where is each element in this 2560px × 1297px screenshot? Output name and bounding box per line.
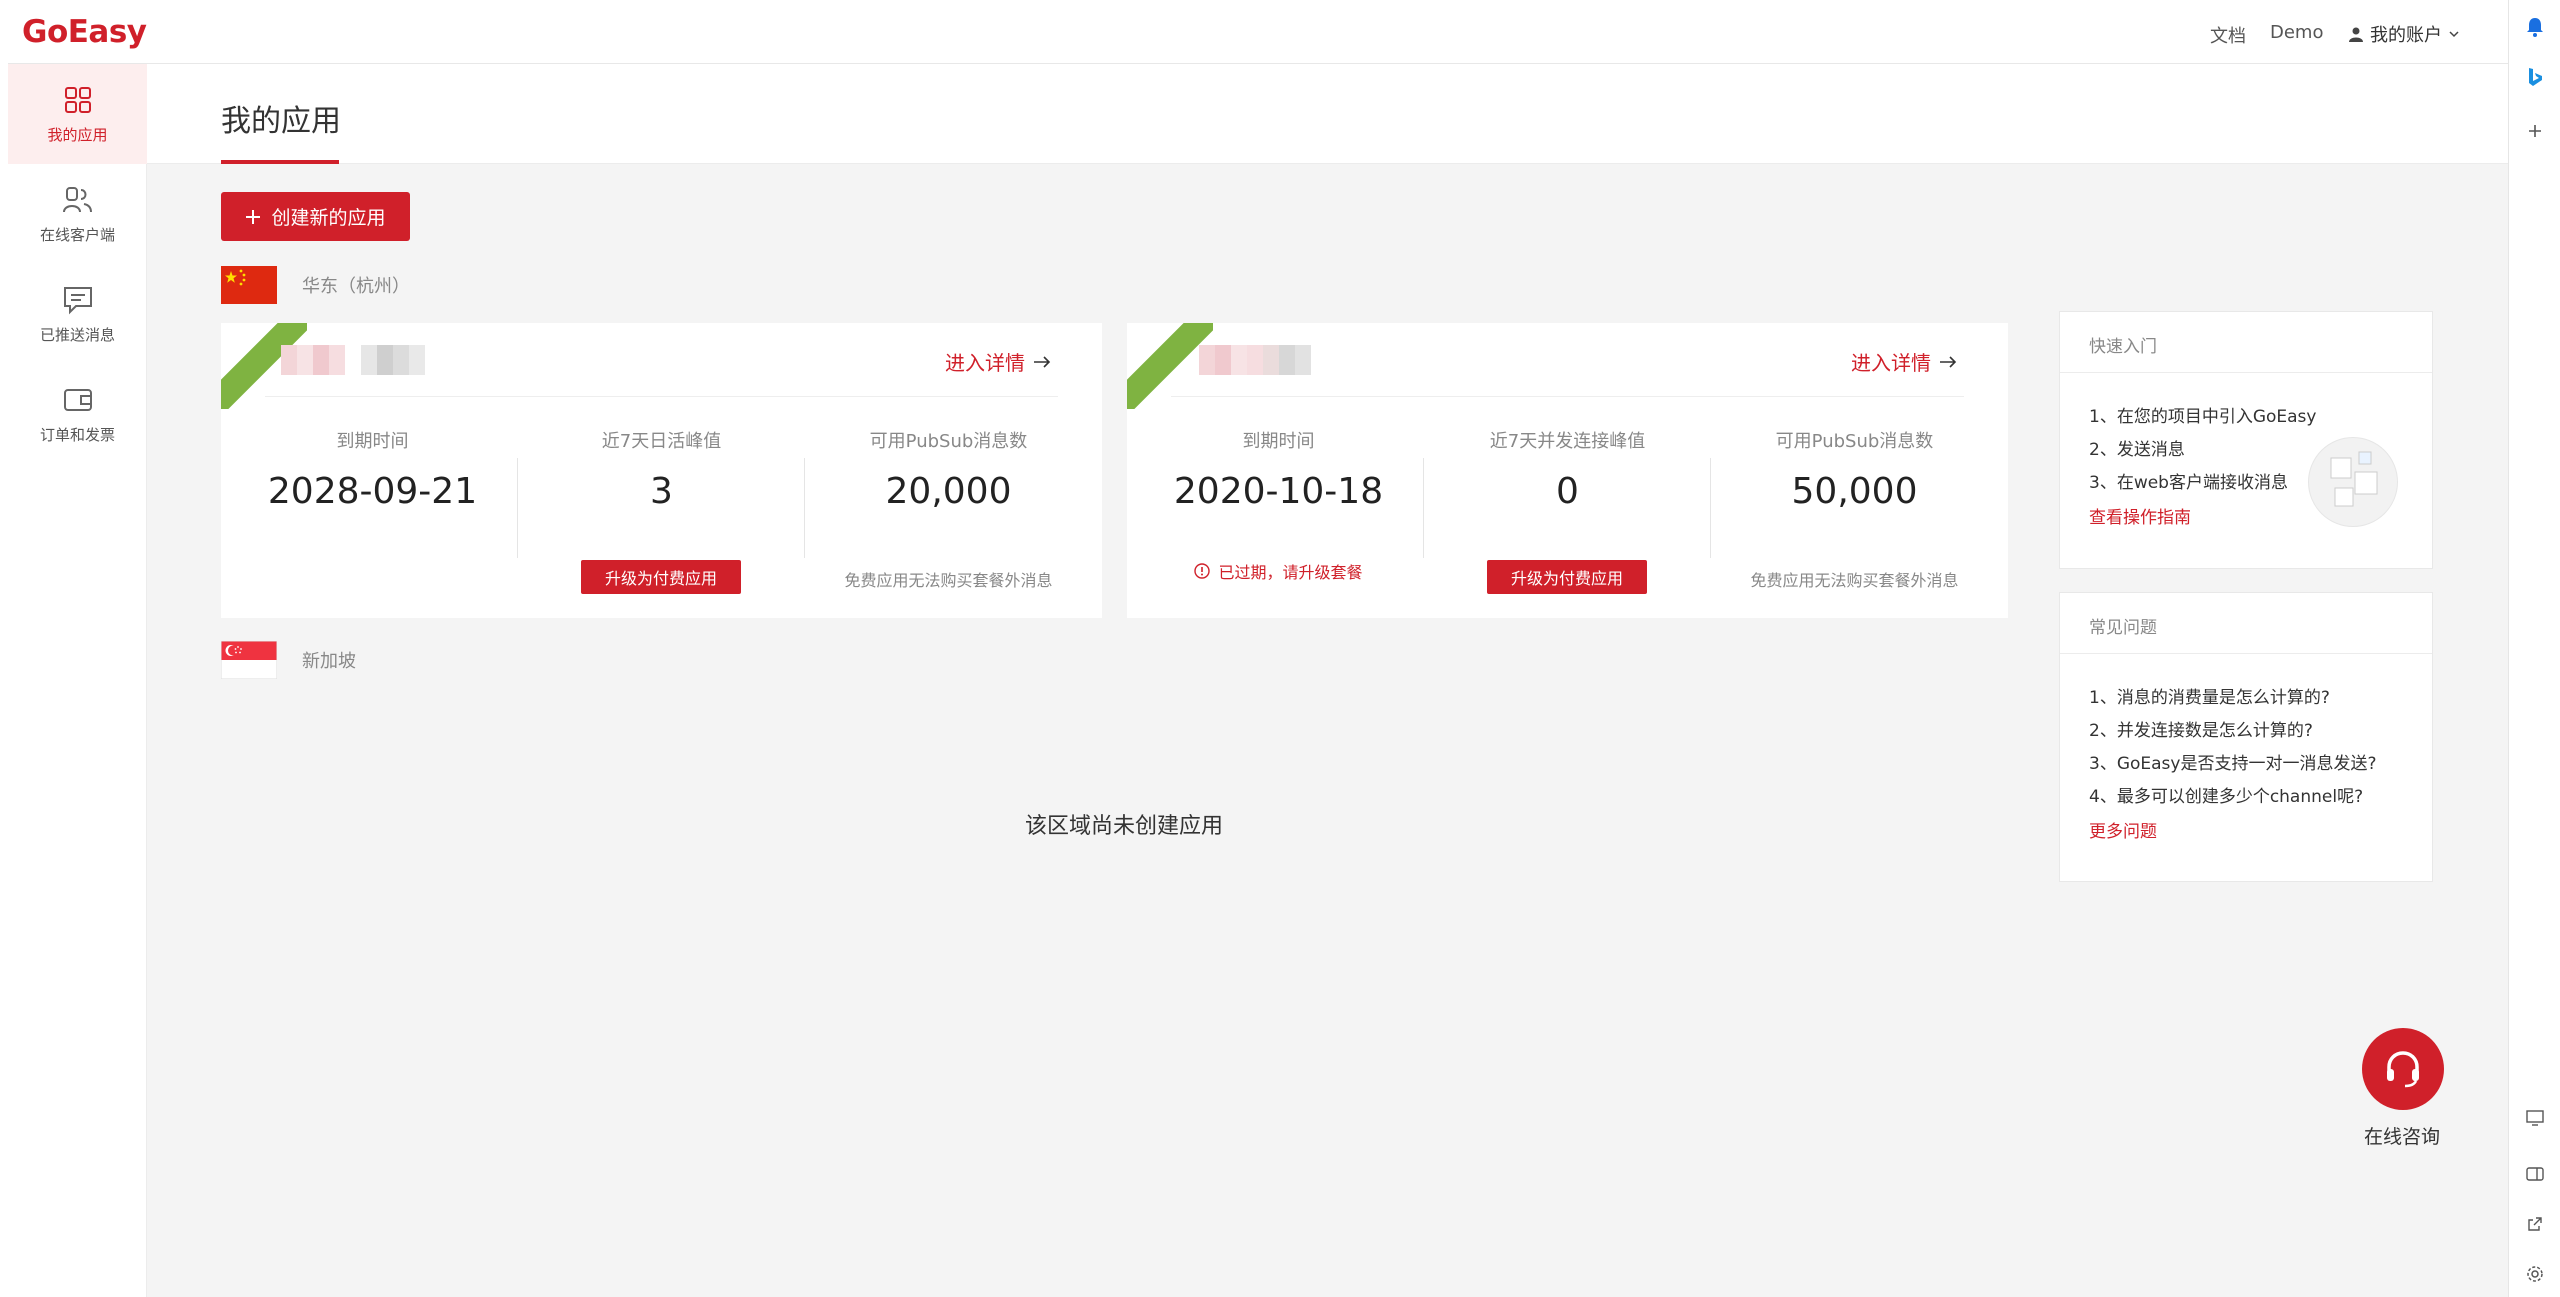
user-icon <box>2349 27 2363 42</box>
upgrade-button[interactable]: 升级为付费应用 <box>581 560 741 594</box>
stat-label: 可用PubSub消息数 <box>1775 431 1934 452</box>
singapore-flag <box>221 641 277 679</box>
stat-label: 到期时间 <box>336 431 409 452</box>
online-consult-label[interactable]: 在线咨询 <box>2364 1122 2440 1149</box>
account-label: 我的账户 <box>2370 25 2442 46</box>
panel-title: 常见问题 <box>2060 593 2432 654</box>
stat-label: 近7天并发连接峰值 <box>1489 431 1646 452</box>
faq-item[interactable]: 4、最多可以创建多少个channel呢? <box>2089 781 2432 814</box>
page-title-bar: 我的应用 <box>147 64 2508 164</box>
detail-label: 进入详情 <box>945 351 1025 375</box>
arrow-right-icon <box>1940 355 1957 368</box>
app-card: 进入详情 到期时间 2020-10-18 近7天并发连接峰值 0 可用PubSu… <box>1127 323 2008 618</box>
faq-item[interactable]: 3、GoEasy是否支持一对一消息发送? <box>2089 748 2432 781</box>
expired-text: 已过期，请升级套餐 <box>1218 563 1363 582</box>
sidebar-item-label: 已推送消息 <box>39 325 115 344</box>
bell-icon[interactable] <box>2524 16 2546 38</box>
sidebar-item-orders-invoices[interactable]: 订单和发票 <box>8 364 147 464</box>
online-consult-button[interactable] <box>2362 1028 2444 1110</box>
app-detail-link[interactable]: 进入详情 <box>1851 347 1957 376</box>
empty-region-message: 该区域尚未创建应用 <box>1025 814 1224 839</box>
sidebar-item-label: 订单和发票 <box>39 425 115 444</box>
stat-expire-date: 到期时间 2028-09-21 <box>229 427 516 512</box>
demo-link[interactable]: Demo <box>2270 22 2323 43</box>
page-title: 我的应用 <box>221 104 341 139</box>
panel-title: 快速入门 <box>2060 312 2432 373</box>
stat-concurrent-peak: 近7天并发连接峰值 0 <box>1424 427 1711 512</box>
top-header: GoEasy 文档 Demo 我的账户 <box>8 0 2508 64</box>
create-app-button[interactable]: 创建新的应用 <box>221 192 410 241</box>
stat-pubsub-messages: 可用PubSub消息数 20,000 <box>805 427 1092 512</box>
arrow-right-icon <box>1034 355 1051 368</box>
stat-label: 到期时间 <box>1242 431 1315 452</box>
title-underline <box>221 160 339 164</box>
sidebar-item-label: 我的应用 <box>47 125 108 144</box>
app-name-redacted <box>1199 345 1311 375</box>
sidebar-item-online-clients[interactable]: 在线客户端 <box>8 164 147 264</box>
screen-capture-icon[interactable] <box>2524 1107 2546 1129</box>
stat-value: 20,000 <box>885 471 1012 512</box>
sidebar-item-pushed-messages[interactable]: 已推送消息 <box>8 264 147 364</box>
china-flag <box>221 266 277 304</box>
app-detail-link[interactable]: 进入详情 <box>945 347 1051 376</box>
bing-icon[interactable] <box>2524 66 2546 88</box>
stat-value: 2020-10-18 <box>1173 471 1384 512</box>
guide-illustration <box>2308 437 2398 527</box>
stat-pubsub-messages: 可用PubSub消息数 50,000 <box>1711 427 1998 512</box>
sidebar-item-label: 在线客户端 <box>39 225 115 244</box>
card-divider <box>1171 396 1964 397</box>
quick-start-panel: 快速入门 1、在您的项目中引入GoEasy 2、发送消息 3、在web客户端接收… <box>2059 311 2433 569</box>
stat-value: 2028-09-21 <box>267 471 478 512</box>
message-icon <box>63 286 92 314</box>
users-icon <box>62 186 92 212</box>
region-label-singapore: 新加坡 <box>302 651 356 672</box>
plus-icon[interactable] <box>2524 120 2546 142</box>
stat-daily-active-peak: 近7天日活峰值 3 <box>518 427 805 512</box>
app-name-redacted <box>281 345 425 375</box>
stat-label: 近7天日活峰值 <box>601 431 722 452</box>
region-label-east-china: 华东（杭州） <box>302 276 410 297</box>
sidebar-item-my-apps[interactable]: 我的应用 <box>8 64 147 164</box>
quick-start-step[interactable]: 1、在您的项目中引入GoEasy <box>2089 401 2432 434</box>
expired-warning: 已过期，请升级套餐 <box>1135 559 1422 583</box>
wallet-icon <box>63 388 92 411</box>
alert-circle-icon <box>1194 563 1211 579</box>
card-divider <box>265 396 1058 397</box>
app-card: 进入详情 到期时间 2028-09-21 近7天日活峰值 3 可用PubSub消… <box>221 323 1102 618</box>
docs-link[interactable]: 文档 <box>2210 22 2246 48</box>
account-menu[interactable]: 我的账户 <box>2348 21 2460 47</box>
stat-value: 50,000 <box>1791 471 1918 512</box>
faq-item[interactable]: 2、并发连接数是怎么计算的? <box>2089 715 2432 748</box>
sidebar-toggle-icon[interactable] <box>2524 1163 2546 1185</box>
faq-item[interactable]: 1、消息的消费量是怎么计算的? <box>2089 682 2432 715</box>
free-app-note: 免费应用无法购买套餐外消息 <box>844 571 1053 590</box>
settings-icon[interactable] <box>2524 1263 2546 1285</box>
free-app-note: 免费应用无法购买套餐外消息 <box>1750 571 1959 590</box>
headset-icon <box>2387 1051 2419 1088</box>
logo[interactable]: GoEasy <box>22 14 147 50</box>
browser-side-bar <box>2508 0 2560 1297</box>
chevron-down-icon <box>2449 31 2459 38</box>
detail-label: 进入详情 <box>1851 351 1931 375</box>
stat-expire-date: 到期时间 2020-10-18 <box>1135 427 1422 512</box>
faq-panel: 常见问题 1、消息的消费量是怎么计算的? 2、并发连接数是怎么计算的? 3、Go… <box>2059 592 2433 882</box>
stat-value: 3 <box>650 471 673 512</box>
upgrade-button[interactable]: 升级为付费应用 <box>1487 560 1647 594</box>
plus-icon <box>246 209 261 224</box>
stat-label: 可用PubSub消息数 <box>869 431 1028 452</box>
sidebar: 我的应用 在线客户端 已推送消息 订单和发票 <box>8 64 147 1297</box>
external-link-icon[interactable] <box>2524 1213 2546 1235</box>
more-questions-link[interactable]: 更多问题 <box>2089 814 2432 850</box>
stat-value: 0 <box>1556 471 1579 512</box>
create-app-label: 创建新的应用 <box>271 207 386 229</box>
grid-icon <box>64 86 91 113</box>
